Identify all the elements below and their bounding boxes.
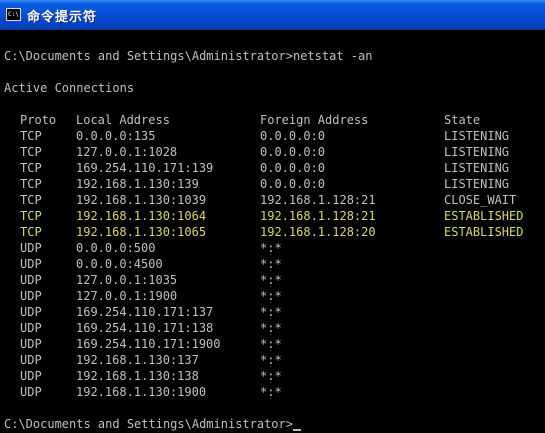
row-proto: TCP — [20, 209, 42, 223]
row-foreign-address: 0.0.0.0:0 — [260, 177, 326, 191]
row-foreign-address: *:* — [260, 305, 282, 319]
command-prompt-window: C:\ 命令提示符 C:\Documents and Settings\Admi… — [0, 0, 545, 433]
row-proto: UDP — [20, 241, 42, 255]
table-row: TCP 169.254.110.171:139 0.0.0.0:0 LISTENING — [4, 160, 541, 176]
row-state: CLOSE_WAIT — [444, 193, 517, 207]
row-foreign-address: *:* — [260, 289, 282, 303]
row-proto: TCP — [20, 177, 42, 191]
row-proto: UDP — [20, 385, 42, 399]
row-foreign-address: *:* — [260, 321, 282, 335]
command-line: C:\Documents and Settings\Administrator>… — [4, 49, 373, 63]
row-foreign-address: 192.168.1.128:21 — [260, 209, 376, 223]
row-proto: UDP — [20, 337, 42, 351]
row-proto: UDP — [20, 273, 42, 287]
row-proto: TCP — [20, 161, 42, 175]
row-state: LISTENING — [444, 161, 510, 175]
column-header-state: State — [444, 113, 481, 127]
table-row: UDP 192.168.1.130:1900 *:* — [4, 384, 541, 400]
row-local-address: 0.0.0.0:135 — [76, 129, 156, 143]
window-title: 命令提示符 — [27, 10, 98, 25]
row-foreign-address: *:* — [260, 273, 282, 287]
row-proto: TCP — [20, 145, 42, 159]
connections-heading: Active Connections — [4, 81, 135, 95]
row-proto: TCP — [20, 225, 42, 239]
table-row: UDP 169.254.110.171:138 *:* — [4, 320, 541, 336]
row-state: ESTABLISHED — [444, 225, 524, 239]
row-foreign-address: *:* — [260, 353, 282, 367]
title-bar[interactable]: C:\ 命令提示符 — [0, 0, 545, 30]
row-local-address: 127.0.0.1:1028 — [76, 145, 178, 159]
row-local-address: 169.254.110.171:1900 — [76, 337, 221, 351]
console-area[interactable]: C:\Documents and Settings\Administrator>… — [0, 30, 545, 433]
row-proto: TCP — [20, 193, 42, 207]
row-local-address: 127.0.0.1:1900 — [76, 289, 178, 303]
row-foreign-address: 0.0.0.0:0 — [260, 161, 326, 175]
row-proto: UDP — [20, 369, 42, 383]
row-state: LISTENING — [444, 145, 510, 159]
table-row: UDP 127.0.0.1:1900 *:* — [4, 288, 541, 304]
column-header-proto: Proto — [20, 113, 57, 127]
row-local-address: 192.168.1.130:138 — [76, 369, 199, 383]
row-local-address: 0.0.0.0:4500 — [76, 257, 163, 271]
row-foreign-address: *:* — [260, 385, 282, 399]
row-foreign-address: *:* — [260, 241, 282, 255]
row-local-address: 169.254.110.171:138 — [76, 321, 214, 335]
table-row: TCP 192.168.1.130:139 0.0.0.0:0 LISTENING — [4, 176, 541, 192]
table-row: UDP 0.0.0.0:4500 *:* — [4, 256, 541, 272]
row-local-address: 192.168.1.130:1039 — [76, 193, 207, 207]
row-foreign-address: *:* — [260, 369, 282, 383]
prompt-text: C:\Documents and Settings\Administrator> — [4, 417, 293, 431]
row-proto: UDP — [20, 289, 42, 303]
row-local-address: 192.168.1.130:137 — [76, 353, 199, 367]
row-state: LISTENING — [444, 129, 510, 143]
table-row: UDP 169.254.110.171:137 *:* — [4, 304, 541, 320]
table-row: UDP 192.168.1.130:137 *:* — [4, 352, 541, 368]
table-row: TCP 0.0.0.0:135 0.0.0.0:0 LISTENING — [4, 128, 541, 144]
row-foreign-address: *:* — [260, 337, 282, 351]
row-local-address: 127.0.0.1:1035 — [76, 273, 178, 287]
column-header-local-address: Local Address — [76, 113, 170, 127]
column-header-row: Proto Local Address Foreign Address Stat… — [4, 112, 541, 128]
prompt-line: C:\Documents and Settings\Administrator> — [4, 416, 301, 432]
table-row: UDP 127.0.0.1:1035 *:* — [4, 272, 541, 288]
row-foreign-address: 192.168.1.128:20 — [260, 225, 376, 239]
row-foreign-address: 192.168.1.128:21 — [260, 193, 376, 207]
row-foreign-address: 0.0.0.0:0 — [260, 145, 326, 159]
row-proto: UDP — [20, 257, 42, 271]
row-state: ESTABLISHED — [444, 209, 524, 223]
row-local-address: 192.168.1.130:1064 — [76, 209, 207, 223]
table-row: TCP 192.168.1.130:1039 192.168.1.128:21 CLO… — [4, 192, 541, 208]
table-row: UDP 169.254.110.171:1900 *:* — [4, 336, 541, 352]
row-proto: UDP — [20, 321, 42, 335]
text-cursor — [292, 429, 301, 431]
row-proto: UDP — [20, 353, 42, 367]
row-state: LISTENING — [444, 177, 510, 191]
row-local-address: 192.168.1.130:1065 — [76, 225, 207, 239]
row-local-address: 169.254.110.171:139 — [76, 161, 214, 175]
row-local-address: 169.254.110.171:137 — [76, 305, 214, 319]
row-local-address: 192.168.1.130:139 — [76, 177, 199, 191]
table-row: TCP 192.168.1.130:1064 192.168.1.128:21 EST… — [4, 208, 541, 224]
table-row: TCP 192.168.1.130:1065 192.168.1.128:20 EST… — [4, 224, 541, 240]
row-local-address: 0.0.0.0:500 — [76, 241, 156, 255]
column-header-foreign-address: Foreign Address — [260, 113, 369, 127]
row-proto: UDP — [20, 305, 42, 319]
row-foreign-address: 0.0.0.0:0 — [260, 129, 326, 143]
table-row: TCP 127.0.0.1:1028 0.0.0.0:0 LISTENING — [4, 144, 541, 160]
table-row: UDP 192.168.1.130:138 *:* — [4, 368, 541, 384]
row-proto: TCP — [20, 129, 42, 143]
console-icon[interactable]: C:\ — [6, 8, 21, 21]
table-row: UDP 0.0.0.0:500 *:* — [4, 240, 541, 256]
row-foreign-address: *:* — [260, 257, 282, 271]
row-local-address: 192.168.1.130:1900 — [76, 385, 207, 399]
